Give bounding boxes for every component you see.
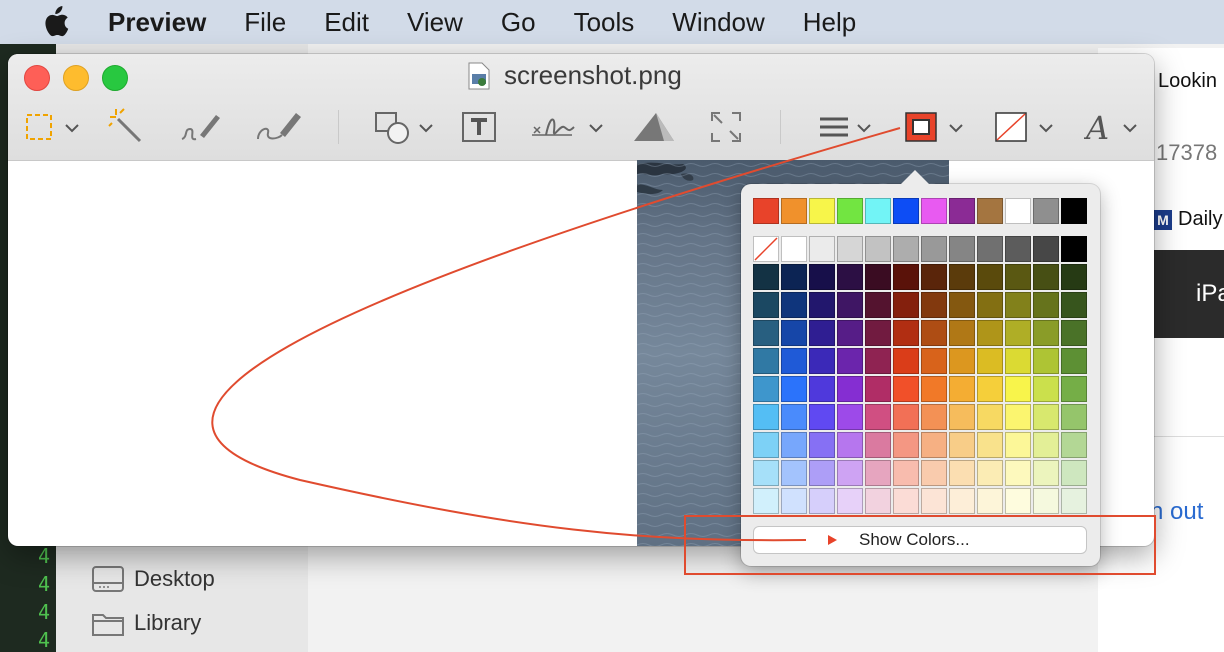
annotation-curve bbox=[211, 127, 901, 542]
